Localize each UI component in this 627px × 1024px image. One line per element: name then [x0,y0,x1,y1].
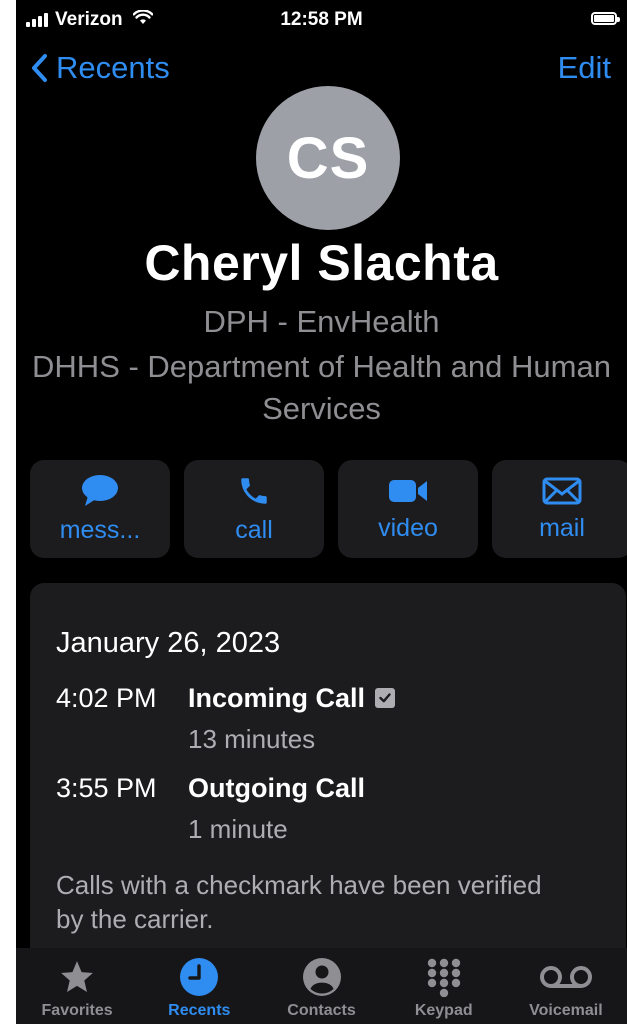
tab-bar: Favorites Recents Contacts Keypad Voicem… [16,948,627,1024]
call-entry: 4:02 PM Incoming Call [56,683,396,714]
tab-voicemail[interactable]: Voicemail [505,948,627,1024]
back-button-label: Recents [56,50,170,85]
tab-favorites[interactable]: Favorites [16,948,138,1024]
verification-note: Calls with a checkmark have been verifie… [56,870,542,934]
call-entry: 3:55 PM Outgoing Call [56,773,365,804]
mail-button[interactable]: mail [492,460,627,558]
video-button[interactable]: video [338,460,478,558]
call-duration: 1 minute [188,814,288,844]
star-icon [61,961,93,993]
call-date: January 26, 2023 [56,627,281,659]
contact-avatar: CS [256,86,400,230]
tab-contacts-label: Contacts [287,1002,356,1019]
contact-organization: DHHS - Department of Health and Human Se… [32,349,611,426]
envelope-icon [542,477,582,504]
phone-icon [241,477,267,504]
call-button-label: call [235,515,273,544]
tab-voicemail-label: Voicemail [529,1002,603,1019]
video-camera-icon [389,479,427,502]
call-duration: 13 minutes [188,724,316,754]
call-time: 3:55 PM [56,773,157,803]
contact-department: DPH - EnvHealth [203,304,440,339]
message-button-label: mess... [59,515,141,544]
voicemail-icon [539,966,592,988]
message-bubble-icon [82,474,118,506]
battery-icon [591,12,620,25]
call-history-card: January 26, 2023 4:02 PM Incoming Call 13… [30,583,626,1003]
tab-keypad[interactable]: Keypad [383,948,505,1024]
mail-button-label: mail [539,513,585,542]
keypad-icon [427,958,460,997]
call-button[interactable]: call [184,460,324,558]
clock-icon [180,958,219,996]
back-button[interactable]: Recents [30,50,170,86]
contact-name: Cheryl Slachta [144,235,499,291]
tab-recents[interactable]: Recents [138,948,260,1024]
tab-favorites-label: Favorites [41,1002,113,1019]
video-button-label: video [378,513,438,542]
quick-actions: mess... call video mail [30,460,627,558]
person-icon [302,958,341,996]
message-button[interactable]: mess... [30,460,170,558]
verified-checkmark-icon [375,687,396,708]
tab-contacts[interactable]: Contacts [260,948,382,1024]
status-time: 12:58 PM [280,9,363,30]
chevron-left-icon [32,54,47,82]
tab-keypad-label: Keypad [414,1002,473,1019]
tab-recents-label: Recents [168,1002,231,1019]
call-type: Incoming Call [188,683,366,713]
phone-screen: Verizon 12:58 PM Recents Edit CS Cheryl … [16,0,627,1024]
call-type: Outgoing Call [188,773,365,803]
status-bar: Verizon 12:58 PM [16,0,627,40]
edit-button[interactable]: Edit [558,50,611,86]
call-time: 4:02 PM [56,683,157,713]
